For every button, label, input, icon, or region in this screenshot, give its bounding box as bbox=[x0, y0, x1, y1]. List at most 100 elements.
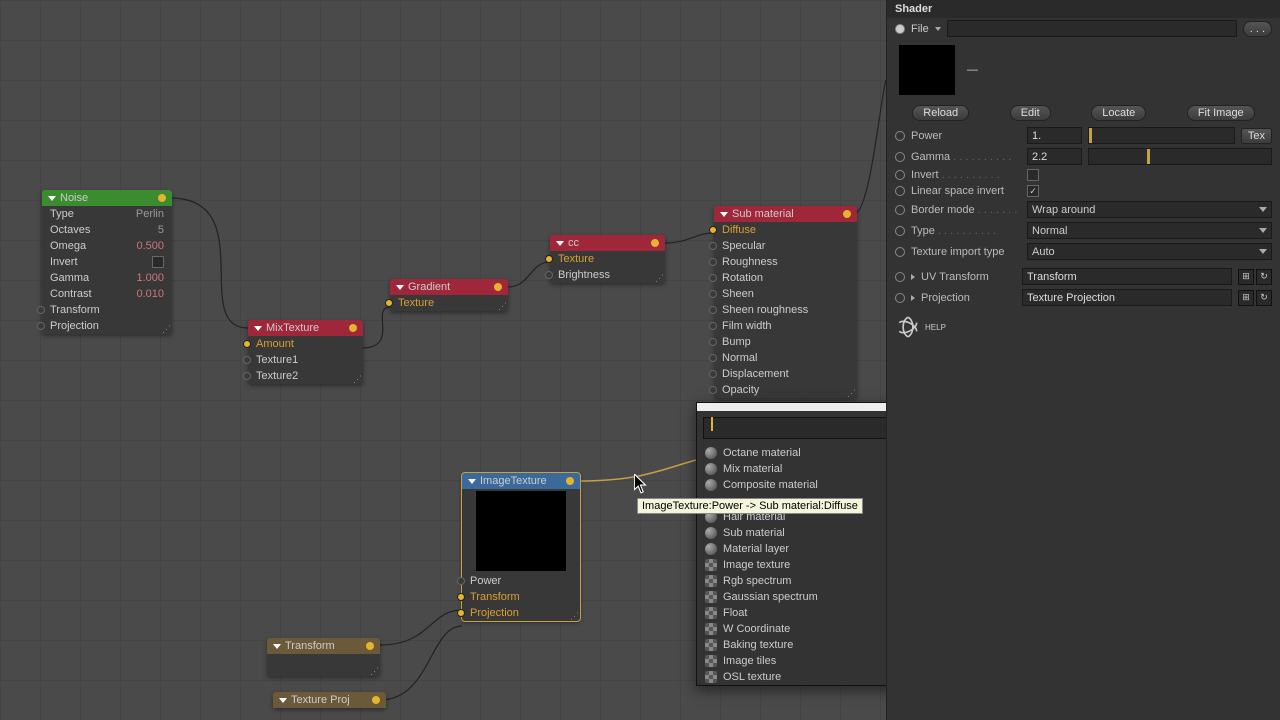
help-text: HELP bbox=[925, 323, 946, 332]
tex-button[interactable]: Tex bbox=[1241, 128, 1272, 144]
radio-icon[interactable] bbox=[895, 24, 905, 34]
radio-icon[interactable] bbox=[895, 205, 905, 215]
checker-icon bbox=[705, 607, 717, 619]
item-label: Image texture bbox=[723, 559, 790, 571]
item-label: Material layer bbox=[723, 543, 789, 555]
port-label: Displacement bbox=[722, 368, 789, 380]
radio-icon[interactable] bbox=[895, 293, 905, 303]
param-label: Contrast bbox=[50, 288, 92, 300]
grid-icon[interactable]: ⊞ bbox=[1238, 290, 1254, 306]
chevron-right-icon[interactable] bbox=[911, 295, 915, 301]
radio-icon[interactable] bbox=[895, 272, 905, 282]
invert-checkbox[interactable] bbox=[1027, 169, 1039, 181]
power-slider[interactable] bbox=[1088, 127, 1235, 144]
connection-tooltip: ImageTexture:Power -> Sub material:Diffu… bbox=[637, 498, 863, 514]
node-header[interactable]: Transform bbox=[267, 638, 380, 654]
texture-preview bbox=[476, 491, 566, 571]
sphere-icon bbox=[705, 447, 717, 459]
port-label: Texture bbox=[398, 297, 434, 309]
node-imagetexture[interactable]: ImageTexture Power Transform Projection … bbox=[462, 473, 580, 621]
type-dropdown[interactable]: Normal bbox=[1027, 222, 1272, 239]
teximport-dropdown[interactable]: Auto bbox=[1027, 243, 1272, 260]
param-label: Octaves bbox=[50, 224, 90, 236]
node-header[interactable]: ImageTexture bbox=[462, 473, 580, 489]
edit-button[interactable]: Edit bbox=[1010, 105, 1051, 121]
resize-handle-icon[interactable]: ⋰ bbox=[370, 666, 378, 674]
fit-image-button[interactable]: Fit Image bbox=[1187, 105, 1255, 121]
file-path-field[interactable] bbox=[947, 20, 1237, 37]
node-gradient[interactable]: Gradient Texture ⋰ bbox=[390, 279, 508, 311]
item-label: Gaussian spectrum bbox=[723, 591, 818, 603]
refresh-icon[interactable]: ↻ bbox=[1256, 269, 1272, 285]
projection-field[interactable]: Texture Projection bbox=[1022, 289, 1232, 306]
lsi-label: Linear space invert bbox=[911, 185, 1021, 197]
radio-icon[interactable] bbox=[895, 131, 905, 141]
param-value[interactable]: 1.000 bbox=[136, 272, 164, 284]
resize-handle-icon[interactable]: ⋰ bbox=[570, 611, 578, 619]
radio-icon[interactable] bbox=[895, 170, 905, 180]
file-label: File bbox=[911, 23, 929, 35]
node-noise-header[interactable]: Noise bbox=[42, 190, 172, 206]
node-noise[interactable]: Noise TypePerlin Octaves5 Omega0.500 Inv… bbox=[42, 190, 172, 334]
node-title: ImageTexture bbox=[480, 475, 547, 487]
checkbox-icon[interactable] bbox=[152, 256, 164, 268]
gamma-slider[interactable] bbox=[1088, 148, 1272, 165]
node-header[interactable]: Texture Proj bbox=[273, 692, 386, 708]
grid-icon[interactable]: ⊞ bbox=[1238, 269, 1254, 285]
resize-handle-icon[interactable]: ⋰ bbox=[353, 374, 361, 382]
node-title: Texture Proj bbox=[291, 694, 350, 706]
locate-button[interactable]: Locate bbox=[1091, 105, 1146, 121]
node-header[interactable]: cc bbox=[550, 235, 665, 251]
resize-handle-icon[interactable]: ⋰ bbox=[498, 301, 506, 309]
radio-icon[interactable] bbox=[895, 186, 905, 196]
help-logo[interactable]: HELP bbox=[887, 308, 1280, 346]
power-value-field[interactable]: 1. bbox=[1027, 127, 1082, 144]
param-value[interactable]: 0.010 bbox=[136, 288, 164, 300]
param-value[interactable]: 0.500 bbox=[136, 240, 164, 252]
checker-icon bbox=[705, 559, 717, 571]
port-label: Amount bbox=[256, 338, 294, 350]
chevron-down-icon[interactable] bbox=[935, 27, 941, 31]
checker-icon bbox=[705, 591, 717, 603]
port-label: Rotation bbox=[722, 272, 763, 284]
refresh-icon[interactable]: ↻ bbox=[1256, 290, 1272, 306]
node-submaterial[interactable]: Sub material DiffuseSpecularRoughnessRot… bbox=[714, 206, 857, 398]
lsi-checkbox[interactable]: ✓ bbox=[1027, 185, 1039, 197]
node-texture-proj[interactable]: Texture Proj bbox=[273, 692, 386, 708]
port-label: Sheen bbox=[722, 288, 754, 300]
sphere-icon bbox=[705, 543, 717, 555]
chevron-right-icon[interactable] bbox=[911, 274, 915, 280]
port-label: Texture2 bbox=[256, 370, 298, 382]
node-header[interactable]: Gradient bbox=[390, 279, 508, 295]
node-cc[interactable]: cc Texture Brightness ⋰ bbox=[550, 235, 665, 283]
param-value[interactable]: 5 bbox=[158, 224, 164, 236]
param-label: Gamma bbox=[50, 272, 89, 284]
radio-icon[interactable] bbox=[895, 226, 905, 236]
port-label: Sheen roughness bbox=[722, 304, 808, 316]
radio-icon[interactable] bbox=[895, 247, 905, 257]
gamma-value-field[interactable]: 2.2 bbox=[1027, 148, 1082, 165]
border-mode-dropdown[interactable]: Wrap around bbox=[1027, 201, 1272, 218]
radio-icon[interactable] bbox=[895, 152, 905, 162]
item-label: Baking texture bbox=[723, 639, 793, 651]
node-header[interactable]: Sub material bbox=[714, 206, 857, 222]
param-value[interactable]: Perlin bbox=[136, 208, 164, 220]
port-label: Transform bbox=[470, 591, 520, 603]
node-mixtexture[interactable]: MixTexture Amount Texture1 Texture2 ⋰ bbox=[248, 320, 363, 384]
item-label: OSL texture bbox=[723, 671, 781, 683]
item-label: Sub material bbox=[723, 527, 785, 539]
resize-handle-icon[interactable]: ⋰ bbox=[655, 273, 663, 281]
port-label: Bump bbox=[722, 336, 751, 348]
uv-transform-field[interactable]: Transform bbox=[1022, 268, 1232, 285]
reload-button[interactable]: Reload bbox=[912, 105, 969, 121]
node-transform[interactable]: Transform ⋰ bbox=[267, 638, 380, 676]
node-header[interactable]: MixTexture bbox=[248, 320, 363, 336]
resize-handle-icon[interactable]: ⋰ bbox=[847, 388, 855, 396]
param-label: Transform bbox=[50, 304, 100, 316]
browse-button[interactable]: . . . bbox=[1243, 21, 1272, 37]
item-label: Rgb spectrum bbox=[723, 575, 791, 587]
resize-handle-icon[interactable]: ⋰ bbox=[162, 324, 170, 332]
texture-preview bbox=[899, 45, 955, 95]
uv-label: UV Transform bbox=[921, 271, 1016, 283]
checker-icon bbox=[705, 623, 717, 635]
